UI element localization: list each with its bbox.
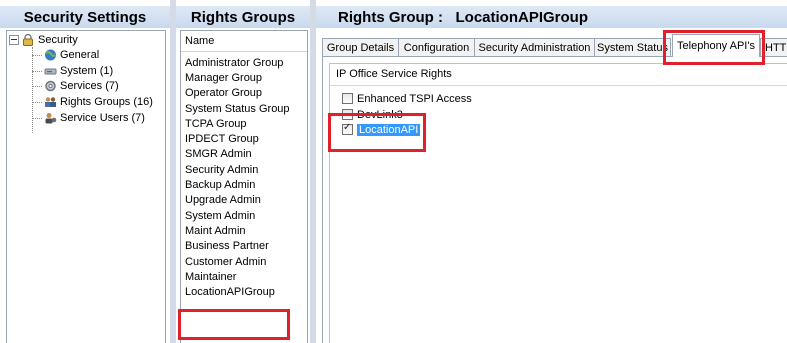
system-icon: [44, 65, 57, 77]
tree-label: General: [60, 48, 100, 61]
rights-group-items: Administrator Group Manager Group Operator…: [181, 52, 307, 300]
security-tree: Security General System (1) Services (7)…: [6, 30, 166, 343]
tree-label: Service Users (7): [60, 111, 145, 124]
tree-label: Services (7): [60, 79, 119, 92]
rights-group-item[interactable]: Business Partner: [181, 239, 307, 254]
telephony-apis-tab-content: IP Office Service Rights Enhanced TSPI A…: [322, 56, 787, 343]
rights-group-item[interactable]: Operator Group: [181, 86, 307, 101]
tree-label: Security: [38, 33, 78, 46]
rights-group-item[interactable]: TCPA Group: [181, 116, 307, 131]
right-label: Enhanced TSPI Access: [357, 92, 472, 105]
rights-group-item[interactable]: Backup Admin: [181, 177, 307, 192]
rights-group-item[interactable]: SMGR Admin: [181, 147, 307, 162]
tab-system-status[interactable]: System Status: [594, 38, 671, 56]
rights-groups-list: Name Administrator Group Manager Group Ope…: [180, 30, 308, 343]
tree-item-rights-groups[interactable]: Rights Groups (16): [44, 95, 153, 108]
tab-htt[interactable]: HTT: [760, 38, 787, 56]
tab-configuration[interactable]: Configuration: [398, 38, 475, 56]
rights-group-detail-panel: Rights Group : LocationAPIGroup Group De…: [316, 0, 787, 343]
right-label: DevLink3: [357, 108, 403, 121]
globe-icon: [44, 49, 57, 61]
rights-groups-panel: Rights Groups Name Administrator Group Ma…: [176, 0, 310, 343]
rights-group-item[interactable]: LocationAPIGroup: [181, 284, 307, 299]
ip-office-service-rights-group: IP Office Service Rights Enhanced TSPI A…: [329, 63, 787, 343]
rights-group-item[interactable]: Upgrade Admin: [181, 193, 307, 208]
rights-group-item[interactable]: Manager Group: [181, 70, 307, 85]
right-locationapi[interactable]: LocationAPI: [342, 122, 421, 136]
security-settings-title: Security Settings: [0, 6, 170, 28]
tab-telephony-apis[interactable]: Telephony API's: [672, 34, 760, 57]
rights-groups-icon: [44, 96, 57, 108]
tree-item-services[interactable]: Services (7): [44, 79, 119, 92]
tab-group-details[interactable]: Group Details: [322, 38, 399, 56]
rights-group-item[interactable]: Maint Admin: [181, 223, 307, 238]
rights-group-item[interactable]: Administrator Group: [181, 55, 307, 70]
tree-label: System (1): [60, 64, 114, 77]
tab-security-administration[interactable]: Security Administration: [474, 38, 595, 56]
right-devlink3[interactable]: DevLink3: [342, 108, 403, 121]
collapse-icon[interactable]: [9, 34, 19, 45]
group-divider: [330, 85, 787, 86]
security-settings-panel: Security Settings Security General Syste…: [0, 0, 170, 343]
rights-group-detail-title: Rights Group : LocationAPIGroup: [316, 6, 787, 28]
rights-group-item[interactable]: Customer Admin: [181, 254, 307, 269]
group-title: IP Office Service Rights: [336, 68, 452, 80]
right-enhanced-tspi-access[interactable]: Enhanced TSPI Access: [342, 92, 472, 105]
tree-item-service-users[interactable]: Service Users (7): [44, 111, 145, 124]
rights-group-item[interactable]: Security Admin: [181, 162, 307, 177]
rights-groups-title: Rights Groups: [176, 6, 310, 28]
rights-group-item[interactable]: IPDECT Group: [181, 131, 307, 146]
right-label: LocationAPI: [357, 123, 421, 136]
service-users-icon: [44, 112, 57, 124]
tree-item-general[interactable]: General: [44, 48, 99, 61]
tree-label: Rights Groups (16): [60, 95, 153, 108]
enhanced-tspi-checkbox[interactable]: [342, 93, 353, 104]
tree-item-security[interactable]: Security: [9, 33, 78, 46]
rights-group-item[interactable]: System Status Group: [181, 101, 307, 116]
locationapi-checkbox[interactable]: [342, 122, 353, 135]
name-column-header[interactable]: Name: [181, 31, 307, 52]
devlink3-checkbox[interactable]: [342, 109, 353, 120]
tree-item-system[interactable]: System (1): [44, 64, 113, 77]
rights-group-item[interactable]: System Admin: [181, 208, 307, 223]
detail-tabs: Group Details Configuration Security Adm…: [322, 34, 787, 57]
rights-group-item[interactable]: Maintainer: [181, 269, 307, 284]
services-icon: [44, 80, 57, 92]
security-lock-icon: [22, 33, 35, 46]
